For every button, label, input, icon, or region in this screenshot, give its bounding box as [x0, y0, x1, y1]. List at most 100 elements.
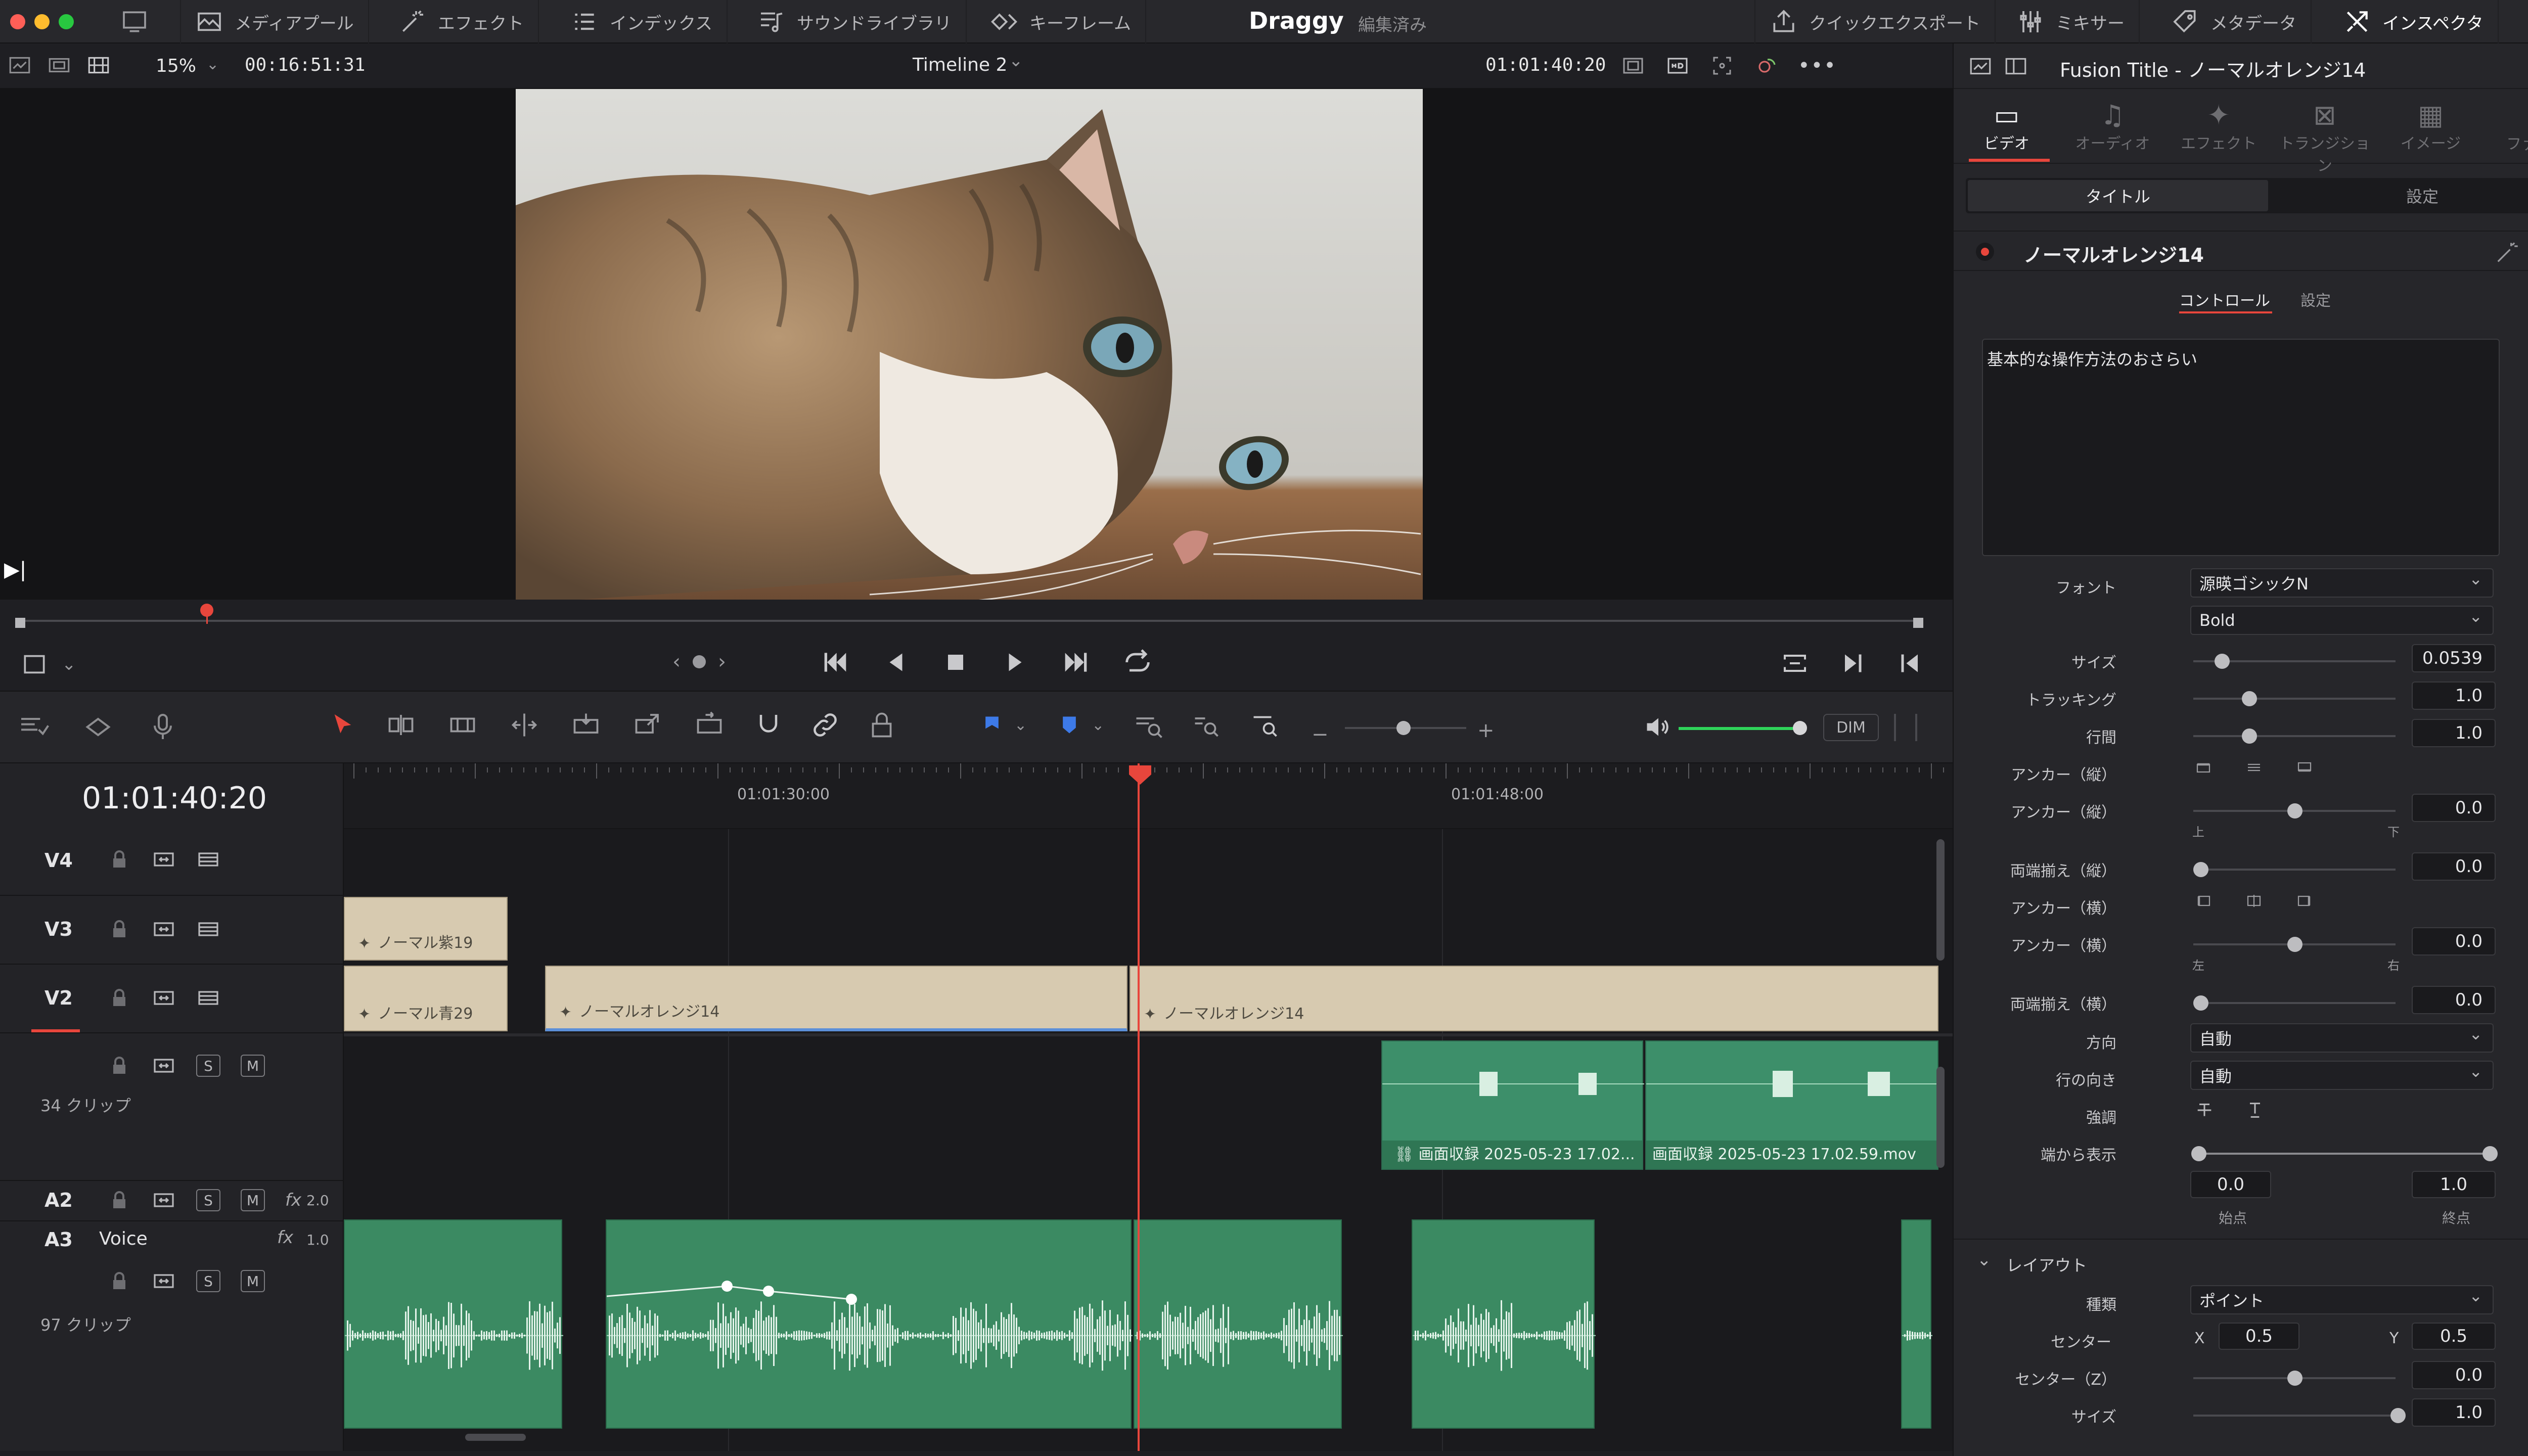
title-clip[interactable]: ✦ ノーマルオレンジ14	[1130, 966, 1938, 1031]
slider-knob[interactable]	[2287, 1371, 2303, 1386]
auto-select-icon[interactable]	[152, 1054, 176, 1078]
control-tab-controls[interactable]: コントロール	[2179, 288, 2270, 310]
match-frame-icon[interactable]	[1780, 648, 1810, 678]
volume-icon[interactable]	[1643, 712, 1674, 742]
underline-icon[interactable]	[2245, 1100, 2265, 1120]
topbar-inspector[interactable]: インスペクタ	[2329, 0, 2499, 43]
selection-tool-icon[interactable]	[329, 710, 357, 740]
mute-button[interactable]: M	[241, 1055, 265, 1077]
previous-edit-icon[interactable]	[1895, 648, 1925, 678]
jog-right-icon[interactable]: ›	[718, 650, 726, 673]
inspector-tab-file[interactable]: ⧉ ファイル	[2484, 99, 2528, 154]
direction-dropdown[interactable]: 自動 ⌄	[2190, 1023, 2494, 1053]
fx-label[interactable]: fx	[285, 1190, 301, 1210]
anchor-vertical-slider[interactable]	[2193, 803, 2396, 818]
timeline-vertical-scrollbar[interactable]	[1936, 839, 1945, 961]
next-edit-icon[interactable]	[1837, 648, 1868, 678]
strikethrough-icon[interactable]	[2194, 1100, 2215, 1120]
solo-button[interactable]: S	[196, 1055, 220, 1077]
topbar-quick-export[interactable]: クイックエクスポート	[1754, 0, 1996, 43]
center-z-field[interactable]: 0.0	[2412, 1361, 2496, 1389]
crop-icon[interactable]	[20, 650, 49, 678]
align-center-icon[interactable]	[2245, 892, 2263, 910]
timeline-playhead[interactable]	[1138, 763, 1140, 1451]
scrubber-bar[interactable]	[0, 600, 1953, 635]
viewer-play-indicator-icon[interactable]: ▶|	[4, 558, 26, 581]
dim-button[interactable]: DIM	[1823, 714, 1879, 741]
slider-knob[interactable]	[2242, 729, 2257, 744]
control-tab-settings[interactable]: 設定	[2300, 288, 2331, 310]
layout-section-header[interactable]: レイアウト	[2006, 1253, 2087, 1276]
layout-size-field[interactable]: 1.0	[2412, 1398, 2496, 1427]
zoom-slider-knob[interactable]	[1396, 721, 1411, 735]
audio-clip[interactable]	[1412, 1219, 1596, 1429]
play-reverse-icon[interactable]	[881, 647, 911, 677]
link-icon[interactable]	[810, 710, 840, 740]
insert-clip-icon[interactable]	[568, 710, 604, 740]
timeline-view-icon[interactable]	[15, 711, 52, 743]
justify-vertical-slider[interactable]	[2193, 862, 2396, 877]
mute-button[interactable]: M	[241, 1270, 265, 1292]
topbar-sound-library[interactable]: サウンドライブラリ	[743, 0, 967, 43]
lock-icon[interactable]	[107, 1188, 131, 1212]
fx-label[interactable]: fx	[277, 1227, 293, 1248]
center-z-slider[interactable]	[2193, 1371, 2396, 1386]
subtab-title[interactable]: タイトル	[1968, 180, 2268, 211]
line-direction-dropdown[interactable]: 自動 ⌄	[2190, 1061, 2494, 1090]
anchor-horizontal-field[interactable]: 0.0	[2412, 927, 2496, 956]
audio-clip[interactable]	[606, 1219, 1133, 1430]
viewer-size-icon[interactable]	[1620, 54, 1646, 78]
center-y-field[interactable]: 0.5	[2412, 1323, 2496, 1350]
tracking-slider[interactable]	[2193, 691, 2396, 706]
font-style-dropdown[interactable]: Bold ⌄	[2190, 606, 2494, 635]
viewer-mode[interactable]: ⌄	[20, 650, 76, 678]
slider-knob[interactable]	[2242, 691, 2257, 706]
scrubber-track[interactable]	[20, 620, 1921, 622]
track-header-v4[interactable]: V4	[0, 829, 344, 896]
anchor-horizontal-slider[interactable]	[2193, 937, 2396, 952]
timeline-selector[interactable]: Timeline 2	[913, 55, 1007, 75]
track-visibility-icon[interactable]	[196, 847, 220, 872]
jog-control[interactable]: ‹ ›	[672, 650, 726, 673]
slider-knob[interactable]	[2193, 862, 2208, 877]
maximize-window-button[interactable]	[59, 14, 74, 29]
blade-tool-icon[interactable]	[507, 710, 542, 740]
inspector-tab-transition[interactable]: ⊠ トランジション	[2272, 99, 2378, 175]
track-header-v2[interactable]: V2	[0, 966, 344, 1033]
split-view-icon[interactable]	[2003, 54, 2028, 79]
topbar-keyframes[interactable]: キーフレーム	[976, 0, 1146, 43]
audio-vertical-scrollbar[interactable]	[1936, 1067, 1945, 1168]
solo-button[interactable]: S	[196, 1189, 220, 1211]
lock-icon[interactable]	[107, 917, 131, 941]
effect-magic-icon[interactable]	[2494, 240, 2520, 266]
line-spacing-field[interactable]: 1.0	[2412, 719, 2496, 747]
layout-type-dropdown[interactable]: ポイント ⌄	[2190, 1285, 2494, 1314]
trim-tool-icon[interactable]	[383, 710, 419, 740]
inspector-tab-audio[interactable]: ♫ オーディオ	[2060, 99, 2166, 153]
inspector-tab-video[interactable]: ▭ ビデオ	[1954, 99, 2060, 153]
title-text-input[interactable]: 基本的な操作方法のおさらい	[1982, 339, 2500, 556]
track-height-icon[interactable]	[80, 711, 116, 743]
volume-keyframes[interactable]	[607, 1220, 1133, 1430]
justify-horizontal-field[interactable]: 0.0	[2412, 986, 2496, 1014]
flag-icon[interactable]	[981, 711, 1003, 739]
hd-playback-icon[interactable]	[1664, 54, 1691, 78]
anchor-vertical-field[interactable]: 0.0	[2412, 794, 2496, 822]
dynamic-trim-icon[interactable]	[445, 710, 480, 740]
video-clip[interactable]: ⛓ 画面収録 2025-05-23 17.02...	[1381, 1040, 1644, 1170]
position-lock-icon[interactable]	[867, 710, 897, 740]
volume-slider-knob[interactable]	[1793, 721, 1807, 735]
slider-knob[interactable]	[2287, 937, 2303, 952]
solo-button[interactable]: S	[196, 1270, 220, 1292]
close-window-button[interactable]	[10, 14, 25, 29]
more-options-icon[interactable]: •••	[1798, 54, 1837, 77]
track-header-v1[interactable]: S M 34 クリップ	[0, 1034, 344, 1181]
zoom-out-icon[interactable]: −	[1312, 723, 1329, 746]
viewer-mode-chevron-icon[interactable]: ⌄	[62, 654, 76, 674]
replace-clip-icon[interactable]	[692, 710, 727, 740]
video-clip[interactable]: 画面収録 2025-05-23 17.02.59.mov	[1645, 1040, 1939, 1170]
marker-icon[interactable]	[1058, 711, 1080, 739]
zoom-level[interactable]: 15%	[156, 56, 196, 76]
size-slider[interactable]	[2193, 654, 2396, 669]
detail-zoom-icon[interactable]	[1186, 711, 1227, 741]
